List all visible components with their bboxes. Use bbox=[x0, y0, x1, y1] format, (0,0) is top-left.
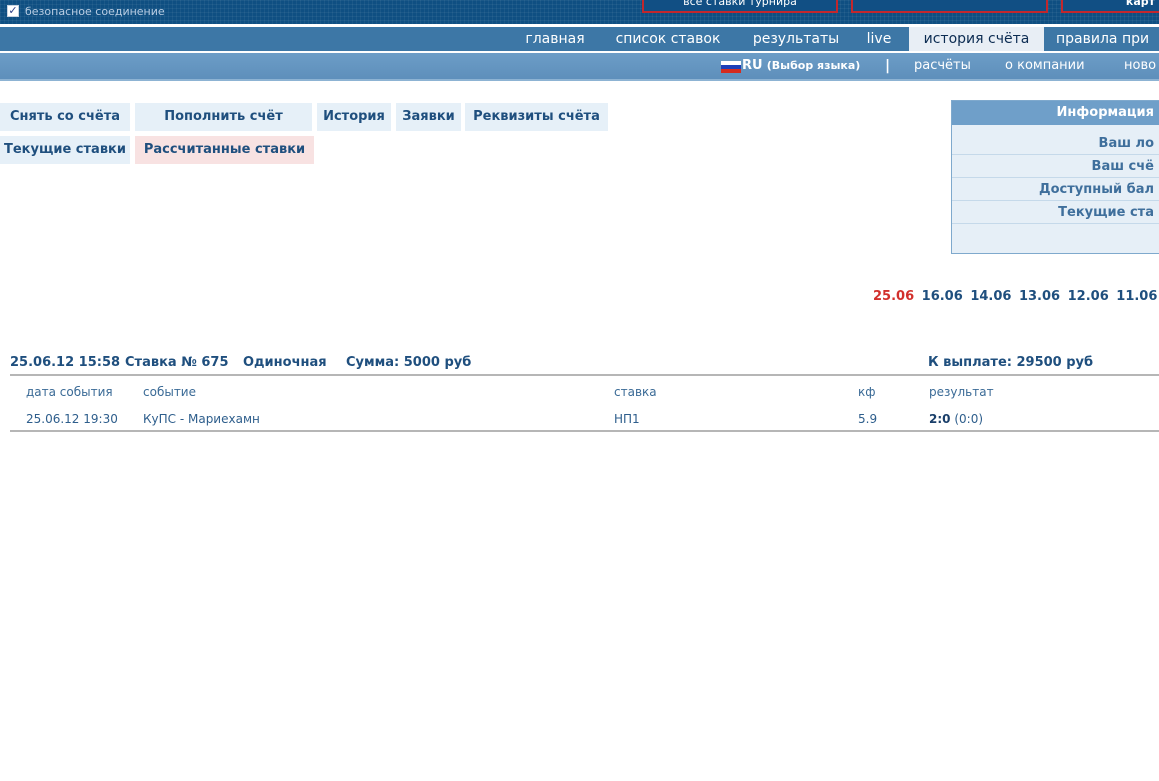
language-select-label: (Выбор языка) bbox=[766, 59, 861, 72]
tab-current-bets[interactable]: Текущие ставки bbox=[0, 136, 130, 164]
date-filter: 25.06 16.06 14.06 13.06 12.06 11.06 bbox=[873, 289, 1159, 304]
nav-main[interactable]: главная bbox=[515, 27, 595, 51]
top-header-bar: ✓ безопасное соединение все ставки турни… bbox=[0, 0, 1159, 24]
col-result: результат bbox=[929, 385, 994, 399]
event-result: 2:0 (0:0) bbox=[929, 411, 983, 427]
secondary-nav: RU (Выбор языка) | расчёты о компании но… bbox=[0, 53, 1159, 81]
nav-news[interactable]: ново bbox=[1124, 53, 1156, 79]
bet-coef: 5.9 bbox=[858, 412, 878, 426]
nav-settlements[interactable]: расчёты bbox=[914, 53, 971, 79]
tab-deposit[interactable]: Пополнить счёт bbox=[135, 103, 312, 131]
result-score: 2:0 bbox=[929, 412, 951, 426]
date-link[interactable]: 25.06 bbox=[873, 289, 914, 304]
nav-account-history[interactable]: история счёта bbox=[909, 27, 1044, 51]
bet-header: 25.06.12 15:58 Ставка № 675 Одиночная Су… bbox=[10, 354, 1159, 376]
tab-requests[interactable]: Заявки bbox=[396, 103, 461, 131]
nav-separator: | bbox=[885, 58, 891, 74]
date-link[interactable]: 14.06 bbox=[970, 289, 1011, 304]
bet-payout: К выплате: 29500 руб bbox=[928, 355, 1094, 370]
header-button-2[interactable] bbox=[851, 0, 1048, 13]
bet-outcome: НП1 bbox=[614, 412, 640, 426]
card-button[interactable]: карт bbox=[1061, 0, 1159, 13]
date-link[interactable]: 13.06 bbox=[1019, 289, 1060, 304]
nav-live[interactable]: live bbox=[856, 27, 902, 51]
info-panel-title: Информация bbox=[952, 101, 1159, 125]
bet-datetime: 25.06.12 15:58 bbox=[10, 355, 121, 370]
language-code: RU bbox=[742, 58, 763, 73]
nav-bet-list[interactable]: список ставок bbox=[603, 27, 733, 51]
info-current-bets: Текущие ста bbox=[952, 201, 1159, 224]
nav-rules[interactable]: правила при bbox=[1050, 27, 1159, 51]
info-account: Ваш счё bbox=[952, 155, 1159, 178]
col-event: событие bbox=[143, 385, 196, 399]
col-bet: ставка bbox=[614, 385, 657, 399]
col-coef: кф bbox=[858, 385, 876, 399]
col-event-date: дата события bbox=[26, 385, 113, 399]
tournament-bets-button[interactable]: все ставки турнира bbox=[642, 0, 838, 13]
row-divider bbox=[10, 430, 1159, 432]
date-link[interactable]: 16.06 bbox=[922, 289, 963, 304]
nav-results[interactable]: результаты bbox=[741, 27, 851, 51]
language-selector[interactable]: RU (Выбор языка) bbox=[742, 53, 860, 79]
main-nav: главная список ставок результаты live ис… bbox=[0, 27, 1159, 51]
info-login: Ваш ло bbox=[952, 132, 1159, 155]
date-link[interactable]: 11.06 bbox=[1116, 289, 1157, 304]
nav-about[interactable]: о компании bbox=[1005, 53, 1085, 79]
date-link[interactable]: 12.06 bbox=[1068, 289, 1109, 304]
tab-history[interactable]: История bbox=[317, 103, 391, 131]
secure-checkbox[interactable]: ✓ bbox=[7, 5, 19, 17]
secure-connection-label: безопасное соединение bbox=[25, 5, 165, 18]
info-panel: Информация Ваш ло Ваш счё Доступный бал … bbox=[951, 100, 1159, 254]
result-halftime: (0:0) bbox=[954, 412, 984, 426]
tab-account-details[interactable]: Реквизиты счёта bbox=[465, 103, 608, 131]
event-date: 25.06.12 19:30 bbox=[26, 412, 118, 426]
bet-sum: Сумма: 5000 руб bbox=[346, 355, 472, 370]
event-name: КуПС - Мариехамн bbox=[143, 412, 260, 426]
bet-number: Ставка № 675 bbox=[125, 355, 229, 370]
bet-type: Одиночная bbox=[243, 355, 327, 370]
tab-settled-bets[interactable]: Рассчитанные ставки bbox=[135, 136, 314, 164]
tab-withdraw[interactable]: Снять со счёта bbox=[0, 103, 130, 131]
info-available-balance: Доступный бал bbox=[952, 178, 1159, 201]
russian-flag-icon bbox=[721, 61, 741, 73]
